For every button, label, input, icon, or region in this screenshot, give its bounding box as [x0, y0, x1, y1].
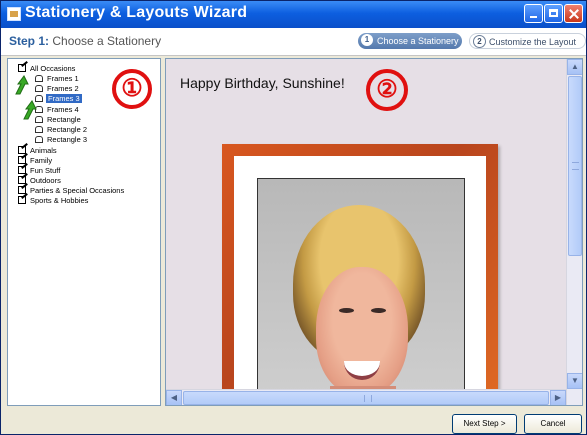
left-eye: [339, 308, 354, 313]
tree-label: Family: [30, 156, 53, 165]
tree-label: Parties & Special Occasions: [30, 186, 125, 195]
stationery-tree[interactable]: All Occasions Frames 1 Frames 2 Frames 3…: [7, 58, 161, 406]
step-title: Step 1: Choose a Stationery: [9, 34, 161, 48]
tree-label: Fun Stuff: [30, 166, 61, 175]
horizontal-scroll-thumb[interactable]: [183, 391, 549, 405]
minimize-button[interactable]: [524, 4, 543, 23]
title-bar[interactable]: Stationery & Layouts Wizard: [1, 1, 586, 28]
window-title: Stationery & Layouts Wizard: [25, 4, 248, 21]
tree-label: Frames 1: [47, 74, 79, 83]
annotation-marker-1: ①: [112, 69, 152, 109]
step-1-label: Choose a Stationery: [377, 36, 459, 46]
scroll-left-button[interactable]: ◀: [166, 390, 182, 405]
app-icon: [7, 7, 21, 21]
step-prefix: Step 1:: [9, 34, 50, 48]
tree-label: Outdoors: [30, 176, 61, 185]
category-icon: [18, 64, 26, 72]
next-step-button[interactable]: Next Step >: [452, 414, 517, 434]
tree-label: Sports & Hobbies: [30, 196, 89, 205]
step-2-pill[interactable]: 2 Customize the Layout: [469, 33, 586, 49]
horizontal-scrollbar[interactable]: ◀ ▶: [166, 389, 566, 405]
vertical-scrollbar[interactable]: ▲ ▼: [566, 59, 582, 405]
tree-label: All Occasions: [30, 64, 76, 73]
grip-icon: [364, 395, 372, 402]
step-2-label: Customize the Layout: [489, 37, 577, 47]
step-1-pill[interactable]: 1 Choose a Stationery: [358, 33, 462, 49]
tree-label: Animals: [30, 146, 57, 155]
stationery-icon: [35, 75, 43, 82]
frame-mat: [234, 156, 486, 405]
tree-label: Frames 3: [46, 94, 82, 103]
stationery-icon: [35, 85, 43, 92]
stationery-icon: [35, 126, 43, 133]
scroll-up-button[interactable]: ▲: [567, 59, 582, 75]
face-shape: [316, 267, 408, 395]
category-icon: [18, 196, 26, 204]
close-button[interactable]: [564, 4, 583, 23]
portrait-photo: [257, 178, 465, 405]
annotation-marker-2: ②: [366, 69, 408, 111]
step-2-number: 2: [473, 35, 486, 48]
tree-label: Rectangle 3: [47, 135, 88, 144]
scroll-right-button[interactable]: ▶: [550, 390, 566, 405]
green-arrow-icon: [15, 75, 29, 95]
cancel-button[interactable]: Cancel: [524, 414, 582, 434]
scroll-down-button[interactable]: ▼: [567, 373, 582, 389]
tree-label: Frames 4: [47, 105, 79, 114]
grip-icon: [572, 162, 579, 170]
smile-shape: [344, 361, 380, 380]
stationery-preview[interactable]: Happy Birthday, Sunshine! ② ▲ ▼ ◀ ▶: [165, 58, 583, 406]
greeting-text: Happy Birthday, Sunshine!: [180, 75, 345, 91]
right-eye: [371, 308, 386, 313]
tree-label: Frames 2: [47, 84, 79, 93]
tree-label: Rectangle: [47, 115, 81, 124]
wizard-window: Stationery & Layouts Wizard Step 1: Choo…: [0, 0, 587, 435]
step-bar: Step 1: Choose a Stationery 1 Choose a S…: [1, 28, 586, 56]
tree-label: Rectangle 2: [47, 125, 88, 134]
step-description: Choose a Stationery: [49, 34, 162, 48]
maximize-button[interactable]: [544, 4, 563, 23]
step-1-number: 1: [361, 34, 373, 46]
stationery-frame: [222, 144, 498, 405]
green-arrow-icon: [23, 100, 37, 120]
vertical-scroll-thumb[interactable]: [568, 76, 582, 256]
stationery-icon: [35, 136, 43, 143]
